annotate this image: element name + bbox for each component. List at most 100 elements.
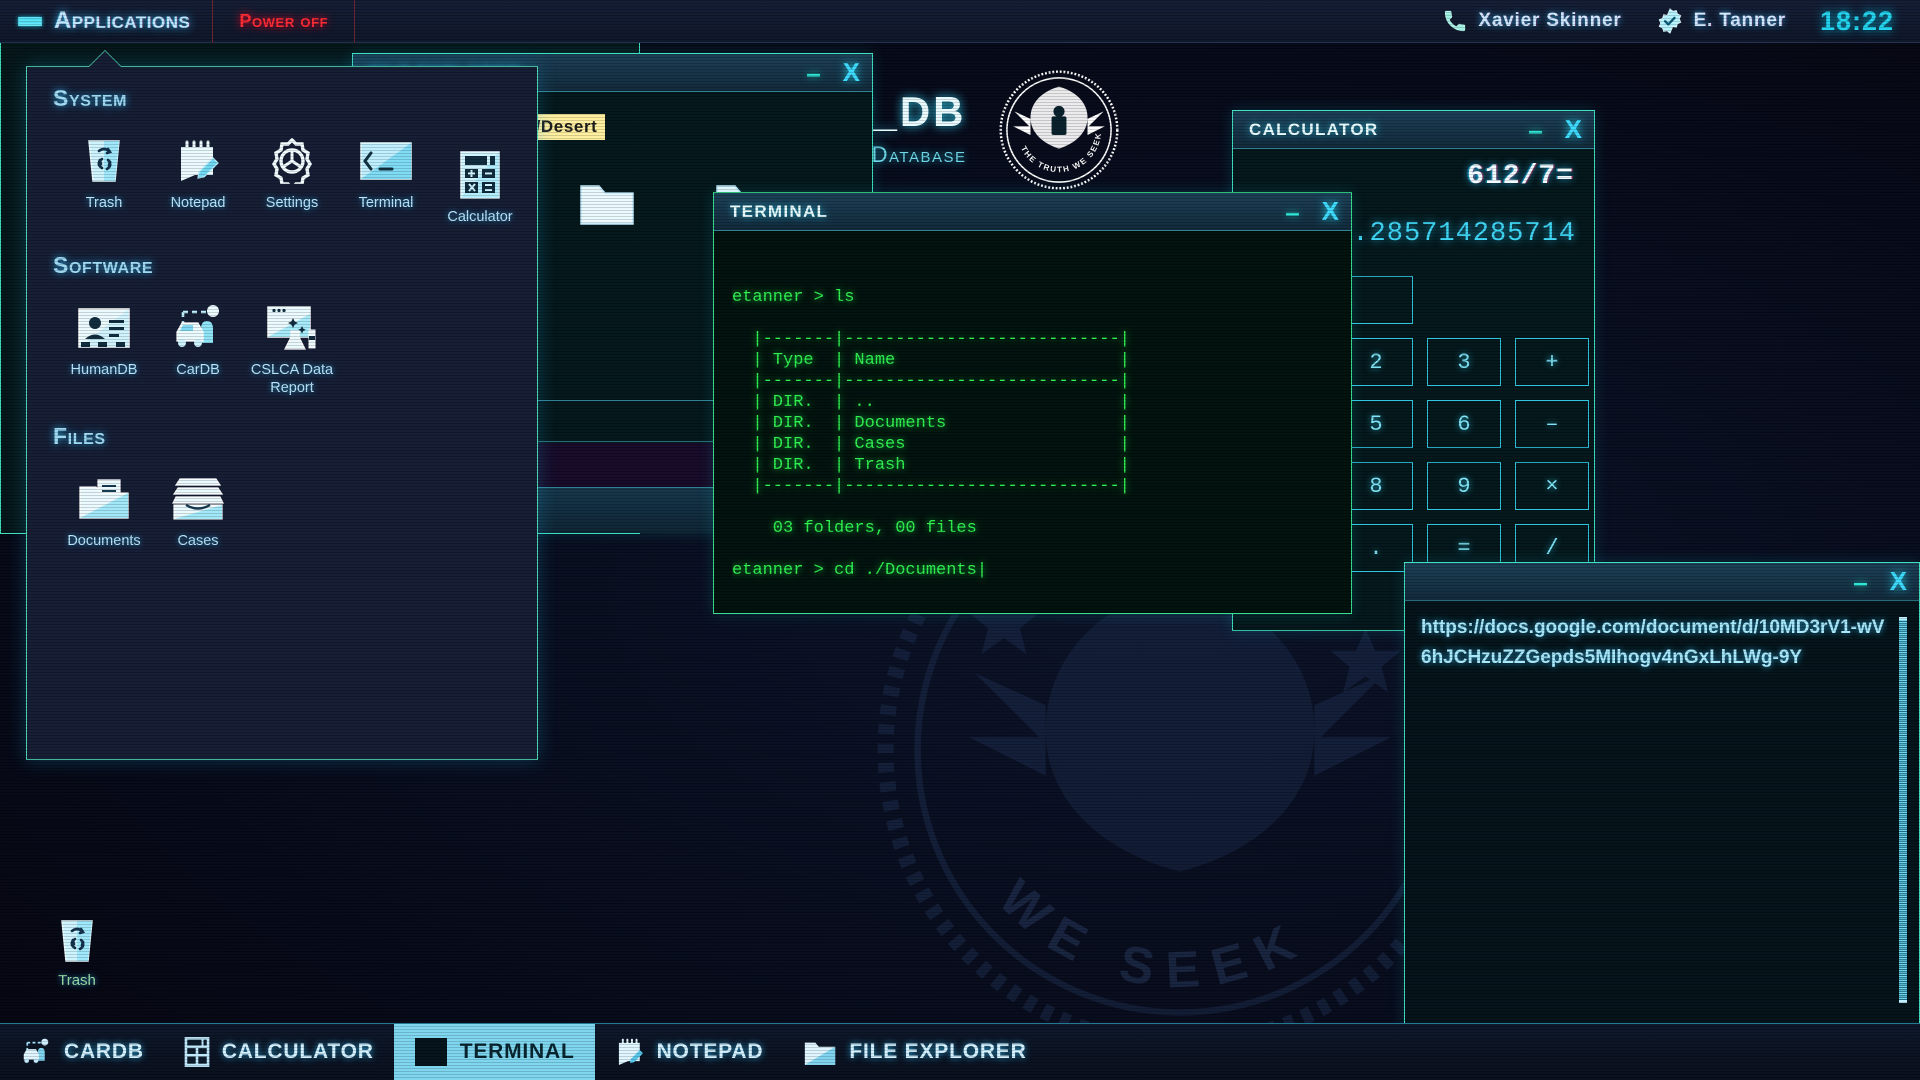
taskbar: CARDB CALCULATOR TE — [0, 1023, 1920, 1080]
top-bar: Applications Power off Xavier Skinner — [0, 0, 1920, 43]
power-off-label: Power off — [239, 11, 328, 32]
verified-badge-icon — [1656, 7, 1684, 35]
gear-icon — [269, 138, 315, 184]
id-card-icon — [78, 305, 130, 351]
cardb-agency-seal-icon: THE TRUTH WE SEEK — [997, 68, 1121, 192]
app-item-label: Calculator — [447, 208, 512, 226]
terminal-icon — [414, 1037, 448, 1067]
trash-icon — [84, 138, 124, 184]
taskbar-item-notepad[interactable]: NOTEPAD — [595, 1024, 784, 1080]
notepad-scrollbar[interactable] — [1897, 615, 1909, 1005]
svg-text:WE SEEK: WE SEEK — [989, 869, 1318, 999]
desktop-icon-label: Trash — [58, 972, 96, 989]
app-item-humandb[interactable]: HumanDB — [57, 305, 151, 397]
menu-grid-system: Trash Notepad — [27, 112, 537, 236]
terminal-title: TERMINAL — [730, 202, 828, 222]
power-off-button[interactable]: Power off — [213, 0, 354, 43]
app-item-label: CarDB — [176, 361, 220, 379]
menu-section-title-software: Software — [27, 252, 537, 279]
file-explorer-item-folder-1[interactable] — [559, 178, 655, 398]
car-icon — [20, 1038, 52, 1066]
calculator-titlebar[interactable]: CALCULATOR – X — [1233, 111, 1594, 149]
terminal-icon — [360, 138, 412, 184]
taskbar-item-label: CARDB — [64, 1040, 144, 1064]
app-item-cslca-data-report[interactable]: CSLCA Data Report — [245, 305, 339, 397]
notepad-icon — [175, 138, 221, 184]
car-icon — [171, 305, 225, 351]
folder-icon — [803, 1038, 837, 1066]
menu-section-files: Files Documents — [27, 407, 537, 560]
applications-label: Applications — [54, 7, 190, 35]
menu-section-system: System Trash — [27, 67, 537, 236]
seal-motto-text: WE SEEK — [989, 869, 1318, 999]
terminal-minimize-button[interactable]: – — [1285, 207, 1299, 217]
calculator-key-plus[interactable]: + — [1515, 338, 1589, 386]
app-item-label: CSLCA Data Report — [245, 361, 339, 397]
phone-icon — [1442, 8, 1468, 34]
taskbar-item-label: TERMINAL — [460, 1040, 575, 1064]
applications-menu-button[interactable]: Applications — [0, 0, 212, 43]
taskbar-item-label: CALCULATOR — [222, 1040, 374, 1064]
app-item-cases[interactable]: Cases — [151, 476, 245, 550]
terminal-output[interactable]: etanner > ls |-------|------------------… — [732, 245, 1343, 607]
notepad-titlebar[interactable]: NOTEPAD – X — [1405, 563, 1919, 601]
topbar-divider-2 — [354, 0, 355, 43]
calculator-close-button[interactable]: X — [1565, 114, 1582, 145]
app-item-calculator[interactable]: Calculator — [433, 152, 527, 226]
folder-icon — [579, 178, 635, 226]
terminal-close-button[interactable]: X — [1322, 196, 1339, 227]
app-item-terminal[interactable]: Terminal — [339, 138, 433, 226]
notepad-close-button[interactable]: X — [1890, 566, 1907, 597]
app-item-label: Notepad — [171, 194, 226, 212]
topbar-status-area: Xavier Skinner E. Tanner 18:22 — [1442, 6, 1920, 37]
notepad-window[interactable]: NOTEPAD – X https://docs.google.com/docu… — [1404, 562, 1920, 1032]
app-item-label: Terminal — [359, 194, 414, 212]
calculator-title: CALCULATOR — [1249, 120, 1378, 140]
notepad-icon — [615, 1037, 645, 1067]
taskbar-item-cardb[interactable]: CARDB — [0, 1024, 164, 1080]
file-tray-icon — [172, 476, 224, 522]
desktop-icon-trash[interactable]: Trash — [22, 918, 132, 989]
calculator-minimize-button[interactable]: – — [1528, 125, 1542, 135]
calculator-key-3[interactable]: 3 — [1427, 338, 1501, 386]
app-item-cardb[interactable]: CarDB — [151, 305, 245, 397]
calculator-icon — [460, 152, 500, 198]
app-item-label: Trash — [86, 194, 123, 212]
file-explorer-close-button[interactable]: X — [843, 57, 860, 88]
calculator-key-multiply[interactable]: × — [1515, 462, 1589, 510]
user-indicator[interactable]: E. Tanner — [1656, 7, 1786, 35]
app-item-documents[interactable]: Documents — [57, 476, 151, 550]
calculator-icon — [184, 1036, 210, 1068]
menu-section-software: Software — [27, 236, 537, 407]
calculator-key-6[interactable]: 6 — [1427, 400, 1501, 448]
desktop-screen: WE SEEK Applications Power off Xavier S — [0, 0, 1920, 1080]
calculator-key-minus[interactable]: – — [1515, 400, 1589, 448]
applications-menu-panel[interactable]: System Trash — [26, 66, 538, 760]
notepad-text-content[interactable]: https://docs.google.com/document/d/10MD3… — [1421, 613, 1885, 673]
applications-menu-pointer — [89, 51, 121, 67]
notepad-minimize-button[interactable]: – — [1853, 577, 1867, 587]
contact-indicator[interactable]: Xavier Skinner — [1442, 8, 1621, 34]
app-item-settings[interactable]: Settings — [245, 138, 339, 226]
terminal-titlebar[interactable]: TERMINAL – X — [714, 193, 1351, 231]
taskbar-item-label: FILE EXPLORER — [849, 1040, 1026, 1064]
taskbar-item-terminal[interactable]: TERMINAL — [394, 1024, 595, 1080]
calculator-expression-display: 612/7= — [1467, 161, 1574, 192]
hamburger-menu-icon — [18, 17, 42, 26]
taskbar-item-file-explorer[interactable]: FILE EXPLORER — [783, 1024, 1046, 1080]
taskbar-item-label: NOTEPAD — [657, 1040, 764, 1064]
menu-grid-files: Documents — [27, 450, 537, 560]
notepad-scrollbar-thumb[interactable] — [1899, 617, 1907, 1003]
calculator-key-9[interactable]: 9 — [1427, 462, 1501, 510]
app-item-trash[interactable]: Trash — [57, 138, 151, 226]
contact-name: Xavier Skinner — [1478, 10, 1621, 32]
app-item-label: Settings — [266, 194, 318, 212]
clock: 18:22 — [1820, 6, 1894, 37]
app-item-label: Documents — [67, 532, 140, 550]
app-item-notepad[interactable]: Notepad — [151, 138, 245, 226]
menu-grid-software: HumanDB — [27, 279, 537, 407]
taskbar-item-calculator[interactable]: CALCULATOR — [164, 1024, 394, 1080]
terminal-window[interactable]: TERMINAL – X etanner > ls |-------|-----… — [713, 192, 1352, 614]
file-explorer-minimize-button[interactable]: – — [806, 68, 820, 78]
menu-section-title-files: Files — [27, 423, 537, 450]
